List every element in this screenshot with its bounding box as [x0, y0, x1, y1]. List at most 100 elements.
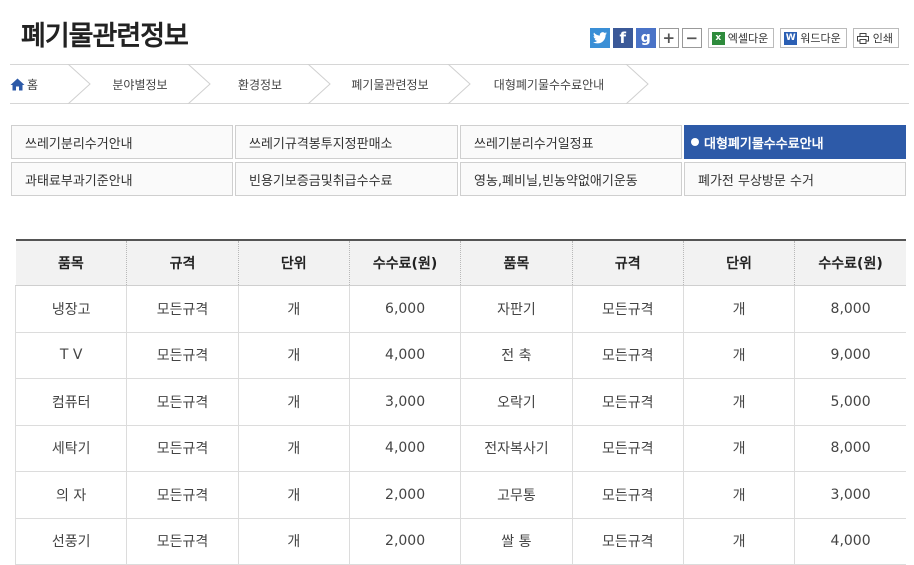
breadcrumb-home-label: 홈 — [27, 77, 39, 92]
table-row: 컴퓨터 모든규격 개 3,000 오락기 모든규격 개 5,000 — [14, 378, 906, 426]
table-cell: 선풍기 — [14, 518, 128, 565]
excel-download-label: 엑셀다운 — [727, 32, 769, 45]
print-label: 인쇄 — [872, 32, 893, 45]
tab-bag-vendors[interactable]: 쓰레기규격봉투지정판매소 — [235, 125, 458, 159]
zoom-in-icon[interactable]: + — [658, 28, 679, 48]
column-header: 규격 — [126, 239, 239, 286]
table-cell: 개 — [238, 332, 350, 379]
table-cell: 전 축 — [460, 332, 573, 379]
tab-label: 쓰레기분리수거안내 — [25, 136, 133, 152]
table-cell: 쌀 통 — [460, 518, 573, 565]
column-header: 단위 — [683, 239, 796, 286]
twitter-icon[interactable] — [589, 28, 610, 48]
printer-icon — [857, 32, 870, 45]
breadcrumb-item-label: 폐기물관련정보 — [351, 77, 429, 92]
table-cell: 3,000 — [349, 378, 462, 426]
table-cell: 8,000 — [794, 285, 906, 333]
word-download-button[interactable]: W 워드다운 — [780, 28, 847, 48]
table-cell: 자판기 — [460, 285, 573, 333]
tab-label: 영농,폐비닐,빈농약없애기운동 — [474, 173, 638, 189]
table-cell: 개 — [238, 285, 350, 333]
table-cell: 개 — [683, 518, 796, 565]
tab-free-appliance-pickup[interactable]: 폐가전 무상방문 수거 — [684, 162, 906, 196]
breadcrumb-item-current[interactable]: 대형폐기물수수료안내 — [474, 65, 624, 103]
breadcrumb-home[interactable]: 홈 — [10, 65, 66, 103]
table-cell: 모든규격 — [126, 285, 239, 333]
tab-label: 쓰레기분리수거일정표 — [474, 136, 594, 152]
chevron-separator-icon — [625, 64, 649, 104]
print-button[interactable]: 인쇄 — [852, 28, 899, 48]
tab-farm-vinyl-campaign[interactable]: 영농,폐비닐,빈농약없애기운동 — [460, 162, 682, 196]
table-header-row: 품목 규격 단위 수수료(원) 품목 규격 단위 수수료(원) — [15, 239, 906, 286]
table-cell: 모든규격 — [126, 471, 239, 519]
tab-bottle-deposit[interactable]: 빈용기보증금및취급수수료 — [235, 162, 458, 196]
breadcrumb-item[interactable]: 폐기물관련정보 — [334, 65, 446, 103]
table-cell: 모든규격 — [572, 518, 684, 565]
chevron-separator-icon — [447, 64, 471, 104]
table-cell: 고무통 — [460, 471, 573, 519]
table-cell: 2,000 — [349, 518, 462, 565]
facebook-icon[interactable]: f — [612, 28, 633, 48]
table-cell: 개 — [683, 378, 796, 426]
breadcrumb-item-label: 분야별정보 — [112, 77, 168, 92]
table-cell: 모든규격 — [126, 425, 239, 472]
sub-menu-tabs: 쓰레기분리수거안내 쓰레기규격봉투지정판매소 쓰레기분리수거일정표 대형폐기물수… — [11, 125, 906, 196]
excel-icon: x — [711, 31, 725, 45]
table-row: 선풍기 모든규격 개 2,000 쌀 통 모든규격 개 4,000 — [14, 518, 906, 565]
breadcrumb-item[interactable]: 환경정보 — [214, 65, 306, 103]
tab-label: 빈용기보증금및취급수수료 — [249, 173, 393, 189]
tab-label: 과태료부과기준안내 — [25, 173, 133, 189]
table-cell: 모든규격 — [572, 378, 684, 426]
table-cell: T V — [14, 332, 128, 379]
tab-large-waste-fees[interactable]: 대형폐기물수수료안내 — [684, 125, 906, 159]
table-cell: 개 — [238, 378, 350, 426]
excel-download-button[interactable]: x 엑셀다운 — [707, 28, 775, 48]
breadcrumb: 홈 분야별정보 환경정보 폐기물관련정보 대형폐기물수수료안내 — [10, 64, 909, 104]
table-cell: 5,000 — [794, 378, 906, 426]
table-cell: 모든규격 — [126, 378, 239, 426]
table-cell: 냉장고 — [14, 285, 128, 333]
table-cell: 4,000 — [349, 425, 462, 472]
chevron-separator-icon — [67, 64, 91, 104]
table-cell: 개 — [683, 425, 796, 472]
tab-fine-criteria[interactable]: 과태료부과기준안내 — [11, 162, 233, 196]
table-cell: 4,000 — [349, 332, 462, 379]
table-cell: 세탁기 — [14, 425, 128, 472]
table-cell: 오락기 — [460, 378, 573, 426]
table-cell: 모든규격 — [126, 518, 239, 565]
chevron-separator-icon — [187, 64, 211, 104]
table-cell: 8,000 — [794, 425, 906, 472]
table-cell: 전자복사기 — [460, 425, 573, 472]
table-row: 세탁기 모든규격 개 4,000 전자복사기 모든규격 개 8,000 — [14, 425, 906, 472]
column-header: 단위 — [238, 239, 350, 286]
chevron-separator-icon — [307, 64, 331, 104]
table-cell: 6,000 — [349, 285, 462, 333]
table-cell: 개 — [238, 518, 350, 565]
table-cell: 컴퓨터 — [14, 378, 128, 426]
google-plus-icon[interactable]: g — [635, 28, 656, 48]
tab-label: 대형폐기물수수료안내 — [704, 136, 824, 152]
table-cell: 개 — [238, 425, 350, 472]
tab-label: 쓰레기규격봉투지정판매소 — [249, 136, 393, 152]
home-icon — [10, 78, 25, 90]
table-cell: 개 — [683, 471, 796, 519]
table-cell: 2,000 — [349, 471, 462, 519]
breadcrumb-item-label: 대형폐기물수수료안내 — [493, 77, 605, 92]
toolbar: f g + − x 엑셀다운 W 워드다운 인쇄 — [589, 28, 899, 48]
tab-label: 폐가전 무상방문 수거 — [698, 173, 814, 189]
large-waste-fee-table: 품목 규격 단위 수수료(원) 품목 규격 단위 수수료(원) 냉장고 모든규격 개… — [14, 239, 906, 565]
table-row: T V 모든규격 개 4,000 전 축 모든규격 개 9,000 — [14, 332, 906, 379]
active-bullet-icon — [691, 138, 699, 146]
table-cell: 모든규격 — [572, 332, 684, 379]
table-cell: 모든규격 — [126, 332, 239, 379]
table-cell: 개 — [683, 285, 796, 333]
table-row: 의 자 모든규격 개 2,000 고무통 모든규격 개 3,000 — [14, 471, 906, 519]
page-title: 폐기물관련정보 — [21, 21, 189, 52]
breadcrumb-item[interactable]: 분야별정보 — [94, 65, 186, 103]
column-header: 수수료(원) — [794, 239, 906, 286]
column-header: 수수료(원) — [349, 239, 462, 286]
table-cell: 모든규격 — [572, 471, 684, 519]
tab-waste-separation-guide[interactable]: 쓰레기분리수거안내 — [11, 125, 233, 159]
zoom-out-icon[interactable]: − — [681, 28, 702, 48]
tab-collection-schedule[interactable]: 쓰레기분리수거일정표 — [460, 125, 682, 159]
